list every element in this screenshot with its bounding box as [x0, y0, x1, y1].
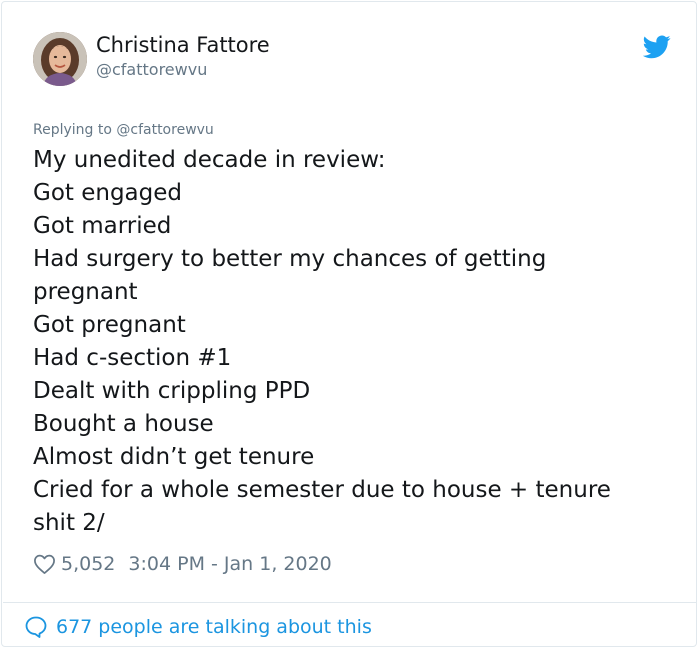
tweet-line: Dealt with crippling PPD [33, 378, 311, 404]
tweet-line: pregnant [33, 279, 138, 305]
tweet-line: Had surgery to better my chances of gett… [33, 246, 547, 272]
tweet-line: Had c-section #1 [33, 345, 232, 371]
replying-to[interactable]: Replying to @cfattorewvu [33, 122, 214, 138]
tweet-line: Cried for a whole semester due to house … [33, 477, 611, 503]
divider [3, 602, 697, 603]
tweet-timestamp[interactable]: 3:04 PM - Jan 1, 2020 [128, 553, 331, 575]
tweet-card: Christina Fattore @cfattorewvu Replying … [1, 1, 697, 647]
heart-outline-icon[interactable] [33, 553, 56, 575]
tweet-line: Got married [33, 213, 172, 239]
tweet-line: Bought a house [33, 411, 214, 437]
tweet-line: shit 2/ [33, 510, 105, 536]
tweet-line: My unedited decade in review: [33, 147, 386, 173]
author-display-name[interactable]: Christina Fattore [96, 33, 270, 57]
author-handle[interactable]: @cfattorewvu [96, 60, 207, 79]
twitter-bird-icon[interactable] [643, 35, 671, 59]
tweet-line: Almost didn’t get tenure [33, 444, 315, 470]
tweet-line: Got engaged [33, 180, 182, 206]
like-count[interactable]: 5,052 [61, 553, 115, 575]
conversation-text[interactable]: 677 people are talking about this [56, 616, 372, 638]
tweet-line: Got pregnant [33, 312, 186, 338]
conversation-link[interactable]: 677 people are talking about this [24, 613, 372, 641]
tweet-meta: 5,052 3:04 PM - Jan 1, 2020 [33, 551, 332, 577]
speech-bubble-icon [25, 616, 47, 638]
tweet-text: My unedited decade in review: Got engage… [33, 144, 663, 540]
author-avatar[interactable] [33, 32, 87, 86]
